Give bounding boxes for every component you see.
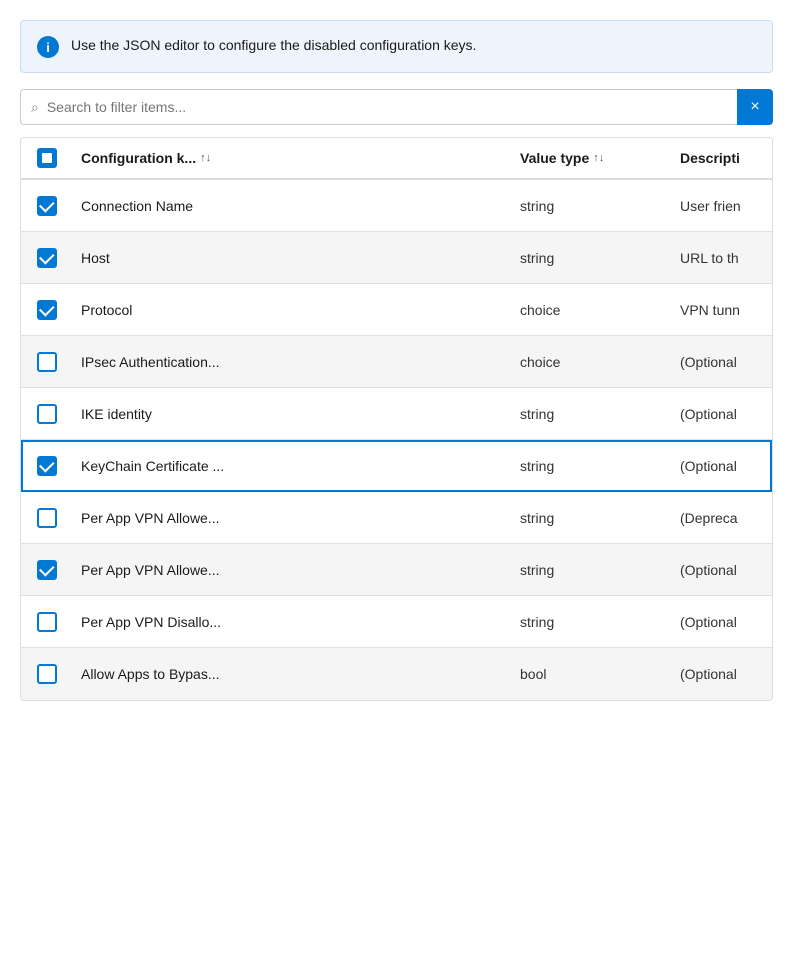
sort-icon-config[interactable]: ↑↓ (200, 152, 211, 164)
header-value-type: Value type ↑↓ (512, 140, 672, 176)
row-checkbox-cell[interactable] (21, 654, 73, 694)
table-row[interactable]: IPsec Authentication...choice(Optional (21, 336, 772, 388)
search-clear-button[interactable]: × (737, 89, 773, 125)
row-description: (Optional (672, 396, 772, 432)
row-checkbox[interactable] (37, 508, 57, 528)
row-value-type: string (512, 396, 672, 432)
row-value-type: string (512, 188, 672, 224)
row-checkbox-cell[interactable] (21, 394, 73, 434)
row-config-key: Host (73, 240, 512, 276)
row-description: (Depreca (672, 500, 772, 536)
info-text: Use the JSON editor to configure the dis… (71, 35, 476, 56)
header-config-key: Configuration k... ↑↓ (73, 140, 512, 176)
info-icon: i (37, 36, 59, 58)
row-description: (Optional (672, 604, 772, 640)
row-checkbox[interactable] (37, 456, 57, 476)
row-checkbox-cell[interactable] (21, 290, 73, 330)
row-value-type: bool (512, 656, 672, 692)
row-description: (Optional (672, 448, 772, 484)
table-row[interactable]: Allow Apps to Bypas...bool(Optional (21, 648, 772, 700)
row-checkbox[interactable] (37, 612, 57, 632)
header-description: Descripti (672, 140, 772, 176)
clear-icon: × (750, 98, 759, 116)
search-icon: ⌕ (31, 99, 39, 116)
row-description: URL to th (672, 240, 772, 276)
search-row: ⌕ × (20, 89, 773, 125)
row-description: (Optional (672, 344, 772, 380)
row-checkbox[interactable] (37, 248, 57, 268)
row-config-key: Allow Apps to Bypas... (73, 656, 512, 692)
row-config-key: Per App VPN Allowe... (73, 500, 512, 536)
table-row[interactable]: Per App VPN Allowe...string(Optional (21, 544, 772, 596)
row-checkbox-cell[interactable] (21, 498, 73, 538)
row-value-type: string (512, 552, 672, 588)
row-config-key: Connection Name (73, 188, 512, 224)
row-config-key: KeyChain Certificate ... (73, 448, 512, 484)
row-config-key: IKE identity (73, 396, 512, 432)
row-checkbox-cell[interactable] (21, 238, 73, 278)
sort-icon-value[interactable]: ↑↓ (593, 152, 604, 164)
row-value-type: string (512, 604, 672, 640)
row-checkbox[interactable] (37, 404, 57, 424)
partial-indicator (42, 153, 52, 163)
table-row[interactable]: Per App VPN Allowe...string(Depreca (21, 492, 772, 544)
row-checkbox[interactable] (37, 664, 57, 684)
config-table: Configuration k... ↑↓ Value type ↑↓ Desc… (20, 137, 773, 701)
row-description: (Optional (672, 552, 772, 588)
table-header: Configuration k... ↑↓ Value type ↑↓ Desc… (21, 138, 772, 180)
row-checkbox-cell[interactable] (21, 342, 73, 382)
row-value-type: string (512, 500, 672, 536)
row-value-type: choice (512, 292, 672, 328)
header-checkbox-cell[interactable] (21, 138, 73, 178)
row-config-key: Protocol (73, 292, 512, 328)
table-row[interactable]: ProtocolchoiceVPN tunn (21, 284, 772, 336)
row-checkbox[interactable] (37, 196, 57, 216)
row-config-key: IPsec Authentication... (73, 344, 512, 380)
row-checkbox-cell[interactable] (21, 446, 73, 486)
row-checkbox[interactable] (37, 352, 57, 372)
row-description: User frien (672, 188, 772, 224)
info-banner: i Use the JSON editor to configure the d… (20, 20, 773, 73)
row-value-type: string (512, 240, 672, 276)
row-checkbox-cell[interactable] (21, 186, 73, 226)
row-description: (Optional (672, 656, 772, 692)
row-checkbox-cell[interactable] (21, 550, 73, 590)
table-row[interactable]: Connection NamestringUser frien (21, 180, 772, 232)
row-value-type: string (512, 448, 672, 484)
search-input[interactable] (47, 99, 727, 115)
header-checkbox[interactable] (37, 148, 57, 168)
search-input-wrapper: ⌕ (20, 89, 737, 125)
row-checkbox[interactable] (37, 300, 57, 320)
row-description: VPN tunn (672, 292, 772, 328)
table-body: Connection NamestringUser frienHoststrin… (21, 180, 772, 700)
row-config-key: Per App VPN Disallo... (73, 604, 512, 640)
table-row[interactable]: KeyChain Certificate ...string(Optional (21, 440, 772, 492)
row-checkbox[interactable] (37, 560, 57, 580)
table-row[interactable]: IKE identitystring(Optional (21, 388, 772, 440)
row-checkbox-cell[interactable] (21, 602, 73, 642)
table-row[interactable]: HoststringURL to th (21, 232, 772, 284)
table-row[interactable]: Per App VPN Disallo...string(Optional (21, 596, 772, 648)
row-config-key: Per App VPN Allowe... (73, 552, 512, 588)
row-value-type: choice (512, 344, 672, 380)
